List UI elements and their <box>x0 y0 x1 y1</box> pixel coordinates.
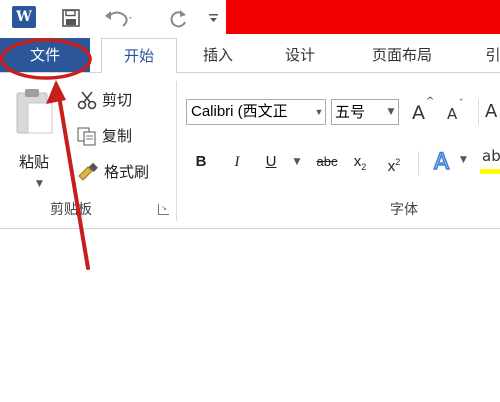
underline-button[interactable]: U <box>262 151 280 173</box>
word-window: W 文件 开始 插入 设计 页面布局 引 粘贴 ▼ 剪切 复制 格式刷 剪贴板 … <box>0 0 500 402</box>
svg-text:A: A <box>434 150 449 175</box>
underline-dropdown-arrow-icon[interactable]: ▼ <box>290 151 304 173</box>
font-name-value: Calibri (西文正 <box>191 103 288 120</box>
group-separator <box>176 81 177 221</box>
cut-label: 剪切 <box>102 91 133 109</box>
copy-button[interactable]: 复制 <box>76 125 132 146</box>
ribbon-tabs: 文件 开始 插入 设计 页面布局 引 <box>0 38 500 73</box>
highlight-color-bar <box>480 169 500 174</box>
strikethrough-button[interactable]: abc <box>311 151 343 173</box>
font-size-dropdown[interactable]: 五号 ▼ <box>331 99 399 125</box>
font-name-dropdown[interactable]: Calibri (西文正 ▼ <box>186 99 326 125</box>
format-painter-button[interactable]: 格式刷 <box>76 161 149 182</box>
redaction-bar <box>226 0 500 34</box>
change-case-button[interactable]: A <box>485 101 497 122</box>
paste-dropdown-arrow-icon[interactable]: ▼ <box>36 179 43 189</box>
paste-label: 粘贴 <box>19 153 50 171</box>
text-effects-icon: A <box>433 149 450 176</box>
shrink-caret-icon: ˇ <box>459 99 464 109</box>
subscript-mark: 2 <box>361 162 367 172</box>
text-effects-button[interactable]: A ▼ <box>430 147 474 176</box>
toolbar-separator <box>418 151 419 175</box>
copy-label: 复制 <box>102 127 133 145</box>
grow-caret-icon: ^ <box>426 96 435 107</box>
save-icon[interactable] <box>58 5 84 31</box>
superscript-mark: 2 <box>395 157 401 167</box>
tab-file[interactable]: 文件 <box>0 38 90 72</box>
highlight-icon: ab <box>482 147 500 165</box>
copy-icon <box>77 127 96 145</box>
font-size-value: 五号 <box>335 103 366 121</box>
shrink-font-button[interactable]: A ˇ <box>444 99 470 125</box>
paste-button[interactable]: 粘贴 ▼ <box>10 87 60 197</box>
bold-button[interactable]: B <box>192 151 210 173</box>
tab-insert[interactable]: 插入 <box>190 38 246 72</box>
customize-icon[interactable] <box>206 5 222 31</box>
clipboard-group-label: 剪贴板 <box>50 202 92 218</box>
italic-button[interactable]: I <box>228 151 246 173</box>
title-bar: W <box>0 0 500 38</box>
font-group-label: 字体 <box>390 202 418 218</box>
font-size-arrow-icon: ▼ <box>387 107 395 117</box>
tab-references[interactable]: 引 <box>478 38 500 72</box>
superscript-button[interactable]: x2 <box>383 151 405 175</box>
clipboard-dialog-launcher-icon[interactable]: ↘ <box>158 204 169 215</box>
word-logo-icon: W <box>12 6 36 28</box>
format-painter-label: 格式刷 <box>104 163 150 181</box>
format-painter-icon <box>78 162 98 181</box>
highlight-button[interactable]: ab <box>480 147 500 177</box>
grow-font-icon: A <box>412 102 425 124</box>
redo-icon[interactable] <box>165 5 191 31</box>
tab-design[interactable]: 设计 <box>270 38 330 72</box>
shrink-font-icon: A <box>447 105 458 123</box>
grow-font-button[interactable]: A ^ <box>409 96 435 125</box>
paste-icon <box>16 89 53 134</box>
tab-home[interactable]: 开始 <box>101 38 177 73</box>
scissors-icon <box>77 91 97 109</box>
subscript-button[interactable]: x2 <box>349 151 371 173</box>
ribbon-home: 粘贴 ▼ 剪切 复制 格式刷 剪贴板 ↘ Calibri (西文正 ▼ 五号 ▼… <box>0 73 500 229</box>
undo-icon[interactable] <box>102 5 136 31</box>
text-effects-arrow-icon: ▼ <box>460 155 467 165</box>
tab-layout[interactable]: 页面布局 <box>352 38 452 72</box>
font-name-arrow-icon: ▼ <box>313 100 325 124</box>
document-area[interactable] <box>0 229 500 402</box>
cut-button[interactable]: 剪切 <box>76 89 132 110</box>
toolbar-separator <box>478 99 479 125</box>
